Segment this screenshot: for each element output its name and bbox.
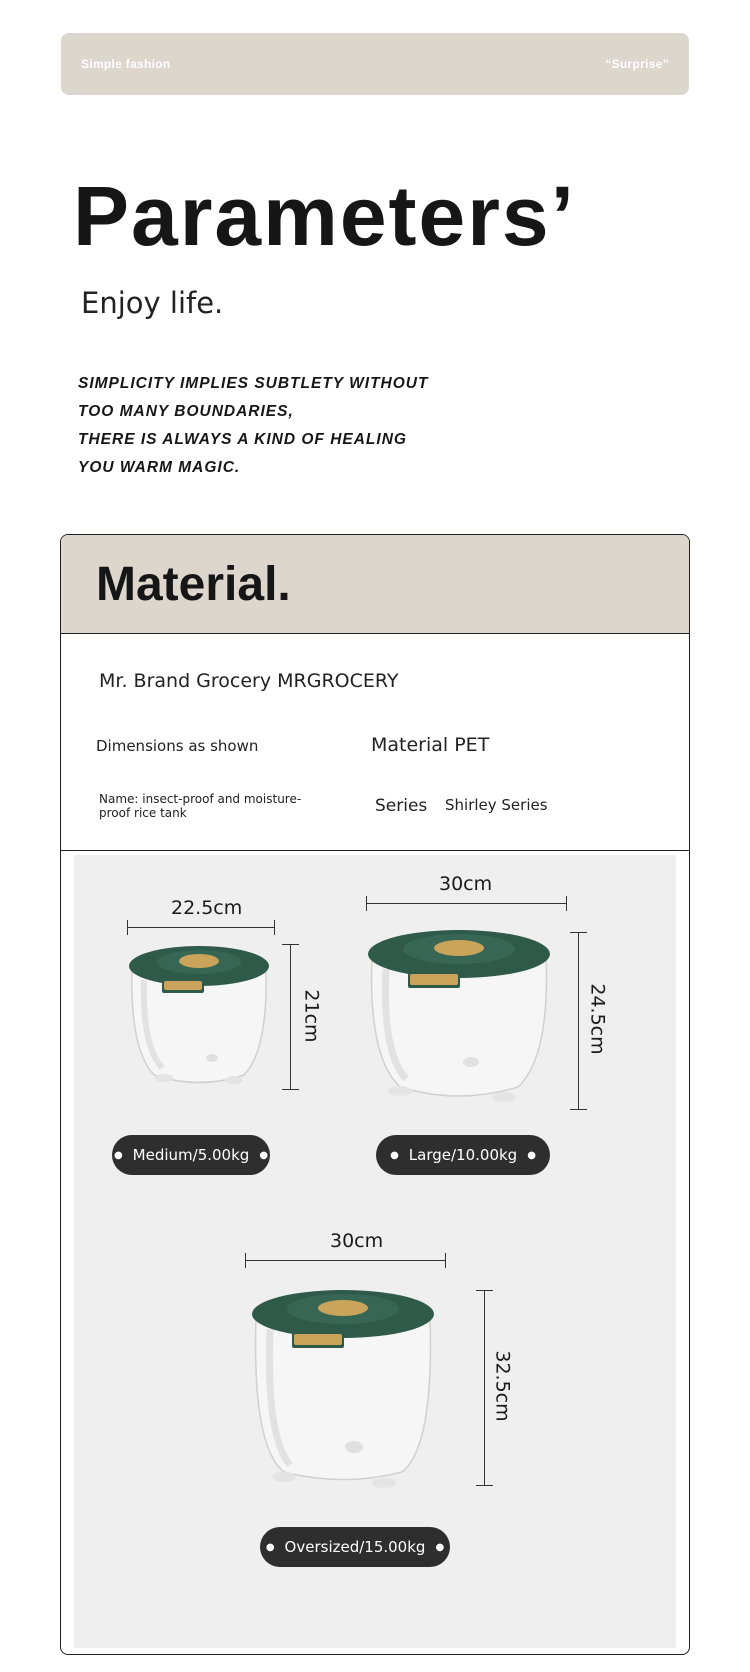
bullet-dot: ● (113, 1149, 123, 1161)
large-height-line (570, 932, 587, 1110)
series-label: Series (375, 796, 428, 816)
top-banner: Simple fashion “Surprise” (61, 33, 689, 95)
slogan: SIMPLICITY IMPLIES SUBTLETY WITHOUT TOO … (78, 370, 428, 482)
dimensions-text: Dimensions as shown (96, 737, 259, 755)
bullet-dot: ● (390, 1149, 399, 1161)
medium-size-pill: ● Medium/5.00kg ● (112, 1135, 270, 1175)
bullet-dot: ● (259, 1149, 269, 1161)
large-height-label: 24.5cm (586, 983, 609, 1055)
oversized-tank-image (252, 1290, 434, 1488)
bullet-dot: ● (527, 1149, 536, 1161)
medium-size-label: Medium/5.00kg (132, 1146, 250, 1164)
banner-right-text: “Surprise” (605, 57, 669, 71)
slogan-line: THERE IS ALWAYS A KIND OF HEALING (78, 431, 407, 448)
medium-tank-image (129, 946, 269, 1084)
oversized-size-pill: ● Oversized/15.00kg ● (260, 1527, 450, 1567)
large-width-line (366, 896, 567, 911)
large-width-label: 30cm (439, 873, 493, 895)
medium-width-line (127, 920, 275, 935)
slogan-line: TOO MANY BOUNDARIES, (78, 403, 294, 420)
large-tank-image (368, 930, 550, 1102)
page-title: Parameters’ (73, 169, 576, 263)
material-card: Material. Mr. Brand Grocery MRGROCERY Di… (60, 534, 690, 1655)
slogan-line: YOU WARM MAGIC. (78, 459, 241, 476)
material-header: Material. (61, 535, 689, 634)
product-name-text: Name: insect-proof and moisture-proof ri… (99, 792, 302, 820)
bullet-dot: ● (435, 1541, 445, 1553)
oversized-width-line (245, 1253, 446, 1268)
material-text: Material PET (371, 734, 490, 756)
large-size-label: Large/10.00kg (408, 1146, 518, 1164)
slogan-line: SIMPLICITY IMPLIES SUBTLETY WITHOUT (78, 375, 429, 392)
material-heading: Material. (96, 558, 291, 611)
oversized-size-label: Oversized/15.00kg (284, 1538, 426, 1556)
medium-height-line (282, 944, 299, 1090)
oversized-height-line (476, 1290, 493, 1486)
large-size-pill: ● Large/10.00kg ● (376, 1135, 550, 1175)
material-info: Mr. Brand Grocery MRGROCERY Dimensions a… (61, 634, 689, 851)
medium-height-label: 21cm (300, 989, 323, 1043)
page-subtitle: Enjoy life. (81, 286, 224, 320)
product-sizes-panel: 22.5cm 21cm ● Medium/5.00kg ● 30cm 24.5c… (74, 855, 676, 1648)
oversized-width-label: 30cm (330, 1230, 384, 1252)
bullet-dot: ● (265, 1541, 275, 1553)
banner-left-text: Simple fashion (81, 57, 171, 71)
series-value: Shirley Series (445, 796, 548, 814)
oversized-height-label: 32.5cm (491, 1350, 514, 1422)
medium-width-label: 22.5cm (171, 897, 243, 919)
brand-text: Mr. Brand Grocery MRGROCERY (99, 670, 399, 692)
